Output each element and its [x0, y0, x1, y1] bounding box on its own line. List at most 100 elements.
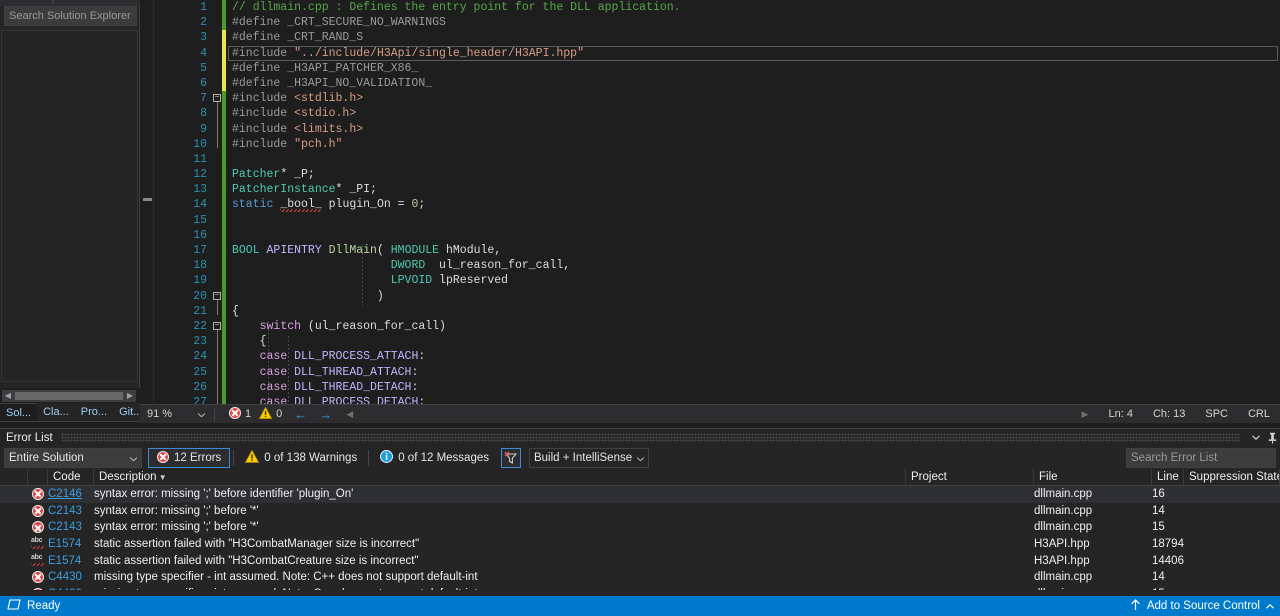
line-number: 3 — [200, 31, 207, 45]
code-token: plugin_On = — [321, 198, 412, 212]
outlining-collapse-icon[interactable]: − — [213, 322, 221, 331]
table-row[interactable]: C2143 syntax error: missing ';' before '*… — [0, 519, 1280, 536]
code-token: Patcher — [232, 168, 281, 182]
code-line[interactable]: #include "pch.h" — [228, 137, 1278, 152]
chevron-down-icon[interactable] — [1248, 430, 1264, 445]
code-line[interactable]: // dllmain.cpp : Defines the entry point… — [228, 0, 1278, 15]
status-right-group[interactable]: Add to Source Control — [1130, 598, 1280, 614]
editor-warning-count[interactable]: 0 — [258, 406, 282, 422]
editor-error-count[interactable]: 1 — [229, 406, 251, 422]
scroll-right-indicator-icon[interactable]: ▶ — [1072, 409, 1099, 420]
scope-filter-combo[interactable]: Entire Solution — [4, 448, 142, 468]
code-line[interactable]: case DLL_THREAD_ATTACH: — [228, 365, 1278, 380]
code-line[interactable]: BOOL APIENTRY DllMain( HMODULE hModule, — [228, 243, 1278, 258]
sort-desc-icon[interactable]: ▼ — [157, 473, 167, 482]
code-line[interactable]: #define _CRT_RAND_S — [228, 30, 1278, 45]
search-input[interactable] — [5, 10, 151, 22]
code-line[interactable]: #define _H3API_NO_VALIDATION_ — [228, 76, 1278, 91]
code-token: ) — [232, 289, 384, 303]
code-line[interactable] — [228, 152, 1278, 167]
zoom-level-combo[interactable]: 91 % — [144, 405, 208, 423]
error-list-search[interactable] — [1126, 448, 1280, 468]
table-row[interactable]: C4430missing type specifier - int assume… — [0, 569, 1280, 586]
column-header-suppression[interactable]: Suppression State — [1184, 468, 1280, 486]
code-line[interactable]: LPVOID lpReserved — [228, 273, 1278, 288]
editor-outlining-margin[interactable]: − − − — [212, 0, 222, 404]
error-code-link[interactable]: C2146 — [48, 488, 94, 500]
se-tab-2[interactable]: Pro... — [75, 403, 113, 421]
outlining-collapse-icon[interactable]: − — [213, 94, 221, 103]
panel-drag-grip[interactable] — [60, 433, 1240, 442]
build-filter-combo[interactable]: Build + IntelliSense — [528, 448, 649, 468]
panel-title: Error List — [6, 431, 53, 444]
code-line[interactable]: case DLL_THREAD_DETACH: — [228, 380, 1278, 395]
editor-text-area[interactable]: // dllmain.cpp : Defines the entry point… — [228, 0, 1278, 404]
line-indicator: Ln: 4 — [1108, 408, 1133, 420]
messages-filter-button[interactable]: 0 of 12 Messages — [372, 448, 497, 468]
column-header-gutter[interactable] — [0, 468, 28, 486]
code-line[interactable]: { — [228, 334, 1278, 349]
errors-filter-button[interactable]: 12 Errors — [148, 448, 231, 468]
code-line[interactable]: case DLL_PROCESS_ATTACH: — [228, 349, 1278, 364]
clear-filter-icon[interactable] — [500, 448, 521, 468]
table-row[interactable]: abc E1574 static assertion failed with "H3… — [0, 552, 1280, 569]
code-line[interactable]: switch (ul_reason_for_call) — [228, 319, 1278, 334]
chevron-down-icon[interactable] — [129, 452, 138, 464]
code-line[interactable]: #include <stdio.h> — [228, 106, 1278, 121]
code-line[interactable] — [228, 213, 1278, 228]
code-line[interactable]: DWORD ul_reason_for_call, — [228, 258, 1278, 273]
code-token: DLL_PROCESS_DETACH — [294, 395, 419, 404]
code-line[interactable]: #define _H3API_PATCHER_X86_ — [228, 61, 1278, 76]
chevron-down-icon[interactable] — [197, 408, 206, 420]
pin-icon[interactable] — [1264, 430, 1280, 445]
scroll-right-arrow-icon[interactable]: ▶ — [124, 390, 136, 402]
column-header-file[interactable]: File — [1034, 468, 1152, 486]
se-tab-0[interactable]: Sol... — [0, 403, 38, 421]
warnings-filter-button[interactable]: 0 of 138 Warnings — [237, 448, 365, 468]
code-line[interactable]: Patcher* _P; — [228, 167, 1278, 182]
table-row[interactable]: C2143 syntax error: missing ';' before '*… — [0, 503, 1280, 520]
collapse-glyph-icon[interactable] — [143, 198, 152, 201]
code-line[interactable] — [228, 228, 1278, 243]
change-bar-segment — [222, 0, 226, 16]
column-header-icon[interactable] — [28, 468, 48, 486]
code-line[interactable]: { — [228, 304, 1278, 319]
error-list-rows[interactable]: C2146 syntax error: missing ';' before id… — [0, 486, 1280, 590]
se-tab-1[interactable]: Cla... — [37, 403, 75, 421]
column-header-project[interactable]: Project — [906, 468, 1034, 486]
scrollbar-thumb[interactable] — [15, 392, 123, 400]
scroll-left-indicator-icon[interactable]: ◀ — [346, 409, 353, 420]
solution-explorer-tree[interactable] — [1, 30, 138, 382]
table-row[interactable]: C2146 syntax error: missing ';' before id… — [0, 486, 1280, 503]
code-line[interactable]: #include <stdlib.h> — [228, 91, 1278, 106]
column-header-description[interactable]: Description ▼ — [94, 468, 906, 486]
code-line[interactable]: ) — [228, 289, 1278, 304]
solution-explorer-hscrollbar[interactable]: ◀ ▶ — [2, 390, 136, 402]
code-line[interactable]: #include <limits.h> — [228, 122, 1278, 137]
arrow-right-icon[interactable]: → — [319, 407, 332, 422]
code-line[interactable]: #define _CRT_SECURE_NO_WARNINGS — [228, 15, 1278, 30]
line-ending-indicator[interactable]: CRL — [1238, 408, 1280, 420]
indentation-indicator[interactable]: SPC — [1195, 408, 1238, 420]
code-token: * _PI; — [335, 183, 377, 197]
code-line[interactable]: static _bool_ plugin_On = 0; — [228, 197, 1278, 213]
code-line[interactable]: case DLL_PROCESS_DETACH: — [228, 395, 1278, 404]
error-list-column-headers[interactable]: Code Description ▼ Project File Line Suppress… — [0, 468, 1280, 486]
chevron-up-icon[interactable] — [1266, 600, 1274, 612]
arrow-left-icon[interactable]: ← — [294, 407, 307, 422]
scroll-left-arrow-icon[interactable]: ◀ — [2, 390, 14, 402]
solution-explorer-search[interactable] — [4, 6, 169, 26]
code-line[interactable]: #include "../include/H3Api/single_header… — [228, 45, 1278, 61]
add-to-source-control-label[interactable]: Add to Source Control — [1147, 600, 1260, 612]
column-header-line[interactable]: Line — [1152, 468, 1184, 486]
editor-indicator-margin[interactable] — [140, 0, 154, 404]
code-line[interactable]: PatcherInstance* _PI; — [228, 182, 1278, 197]
table-row[interactable]: abc E1574 static assertion failed with "H3… — [0, 536, 1280, 553]
code-token: { — [232, 304, 239, 318]
search-input[interactable] — [1127, 452, 1280, 464]
outlining-collapse-icon[interactable]: − — [213, 291, 221, 300]
code-editor[interactable]: 1 2 3 4 5 6 7 8 9 10 11 12 13 14 15 16 17 18 19 20 21 22 23 24 2… — [140, 0, 1280, 404]
table-row[interactable]: C4430missing type specifier - int assume… — [0, 586, 1280, 590]
chevron-down-icon[interactable] — [636, 452, 645, 464]
column-header-code[interactable]: Code — [48, 468, 94, 486]
